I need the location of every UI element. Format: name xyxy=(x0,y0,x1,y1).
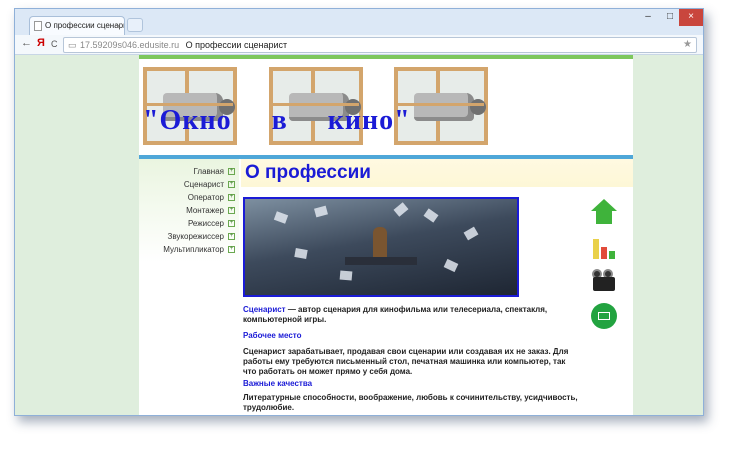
bookmark-star-icon[interactable]: ★ xyxy=(683,38,692,52)
nav-item-animator[interactable]: Мультипликатор + xyxy=(163,245,235,254)
address-host: 17.59209s046.edusite.ru xyxy=(80,40,180,50)
page-title: О профессии xyxy=(241,159,633,187)
nav-item-label: Оператор xyxy=(187,193,224,202)
nav-item-label: Мультипликатор xyxy=(163,245,224,254)
writer-figure xyxy=(373,227,387,261)
paper-shape xyxy=(294,248,308,259)
expand-plus-icon[interactable]: + xyxy=(228,181,235,189)
paper-shape xyxy=(339,270,353,281)
chart-icon[interactable] xyxy=(591,233,617,259)
tab-title: О профессии сценарист xyxy=(45,21,124,30)
reload-button[interactable]: C xyxy=(51,39,58,49)
expand-plus-icon[interactable]: + xyxy=(228,168,235,176)
intro-term: Сценарист xyxy=(243,305,286,314)
expand-plus-icon[interactable]: + xyxy=(228,207,235,215)
nav-item-editor[interactable]: Монтажер + xyxy=(186,206,235,215)
nav-item-label: Монтажер xyxy=(186,206,224,215)
film-camera-icon[interactable] xyxy=(591,269,617,295)
desk-shape xyxy=(345,257,417,265)
page-viewport: "Окно в кино" Главная + Сценарист + Операт… xyxy=(15,55,703,415)
intro-text: — автор сценария для кинофильма или теле… xyxy=(243,305,548,324)
site-container: "Окно в кино" Главная + Сценарист + Операт… xyxy=(139,55,633,415)
page-info-icon[interactable]: ▭ xyxy=(68,38,77,52)
nav-item-screenwriter[interactable]: Сценарист + xyxy=(184,180,235,189)
paper-shape xyxy=(314,205,328,218)
address-title: О профессии сценарист xyxy=(185,40,288,50)
page-icon xyxy=(34,21,42,31)
nav-item-operator[interactable]: Оператор + xyxy=(188,193,235,202)
expand-plus-icon[interactable]: + xyxy=(228,233,235,241)
workplace-paragraph: Сценарист зарабатывает, продавая свои сц… xyxy=(243,347,569,376)
mail-icon[interactable] xyxy=(591,303,617,329)
main-content: О профессии Сценарист — автор сценария д… xyxy=(241,159,633,415)
expand-plus-icon[interactable]: + xyxy=(228,220,235,228)
paper-shape xyxy=(273,211,289,224)
paper-shape xyxy=(443,258,459,273)
new-tab-button[interactable] xyxy=(127,18,143,32)
hero-image xyxy=(243,197,519,297)
site-body: Главная + Сценарист + Оператор + Монтажер + … xyxy=(139,159,633,415)
browser-window: О профессии сценарист × – □ × ← Я C ▭ 17… xyxy=(14,8,704,416)
nav-item-director[interactable]: Режиссер + xyxy=(188,219,235,228)
nav-item-main[interactable]: Главная + xyxy=(194,167,235,176)
nav-item-label: Сценарист xyxy=(183,180,224,189)
camera-icon xyxy=(414,93,486,121)
paper-shape xyxy=(463,226,479,241)
site-title: "Окно в кино" xyxy=(143,105,411,136)
site-header: "Окно в кино" xyxy=(139,59,633,155)
qualities-paragraph: Литературные способности, воображение, л… xyxy=(243,393,578,412)
address-bar[interactable]: ▭ 17.59209s046.edusite.ru О профессии сц… xyxy=(63,37,697,53)
close-window-button[interactable]: × xyxy=(679,9,703,26)
yandex-button[interactable]: Я xyxy=(37,37,45,49)
nav-item-label: Режиссер xyxy=(187,219,224,228)
paper-shape xyxy=(423,208,439,223)
section-heading-workplace: Рабочее место xyxy=(243,331,302,340)
tab-bar: О профессии сценарист × – □ × xyxy=(15,9,703,35)
maximize-button[interactable]: □ xyxy=(659,9,681,26)
browser-tab[interactable]: О профессии сценарист × xyxy=(29,16,125,35)
expand-plus-icon[interactable]: + xyxy=(228,194,235,202)
nav-item-label: Главная xyxy=(193,167,224,176)
nav-item-sound-director[interactable]: Звукорежиссер + xyxy=(168,232,235,241)
nav-item-label: Звукорежиссер xyxy=(167,232,224,241)
sidebar-nav: Главная + Сценарист + Оператор + Монтажер + … xyxy=(139,159,239,415)
intro-paragraph: Сценарист — автор сценария для кинофильм… xyxy=(243,305,579,325)
home-icon[interactable] xyxy=(591,199,617,225)
expand-plus-icon[interactable]: + xyxy=(228,246,235,254)
paper-shape xyxy=(393,202,409,217)
tab-close-icon[interactable]: × xyxy=(116,17,121,35)
minimize-button[interactable]: – xyxy=(637,9,659,26)
browser-toolbar: ← Я C ▭ 17.59209s046.edusite.ru О профес… xyxy=(15,35,703,55)
back-button[interactable]: ← xyxy=(21,37,32,49)
section-heading-qualities: Важные качества xyxy=(243,379,313,388)
